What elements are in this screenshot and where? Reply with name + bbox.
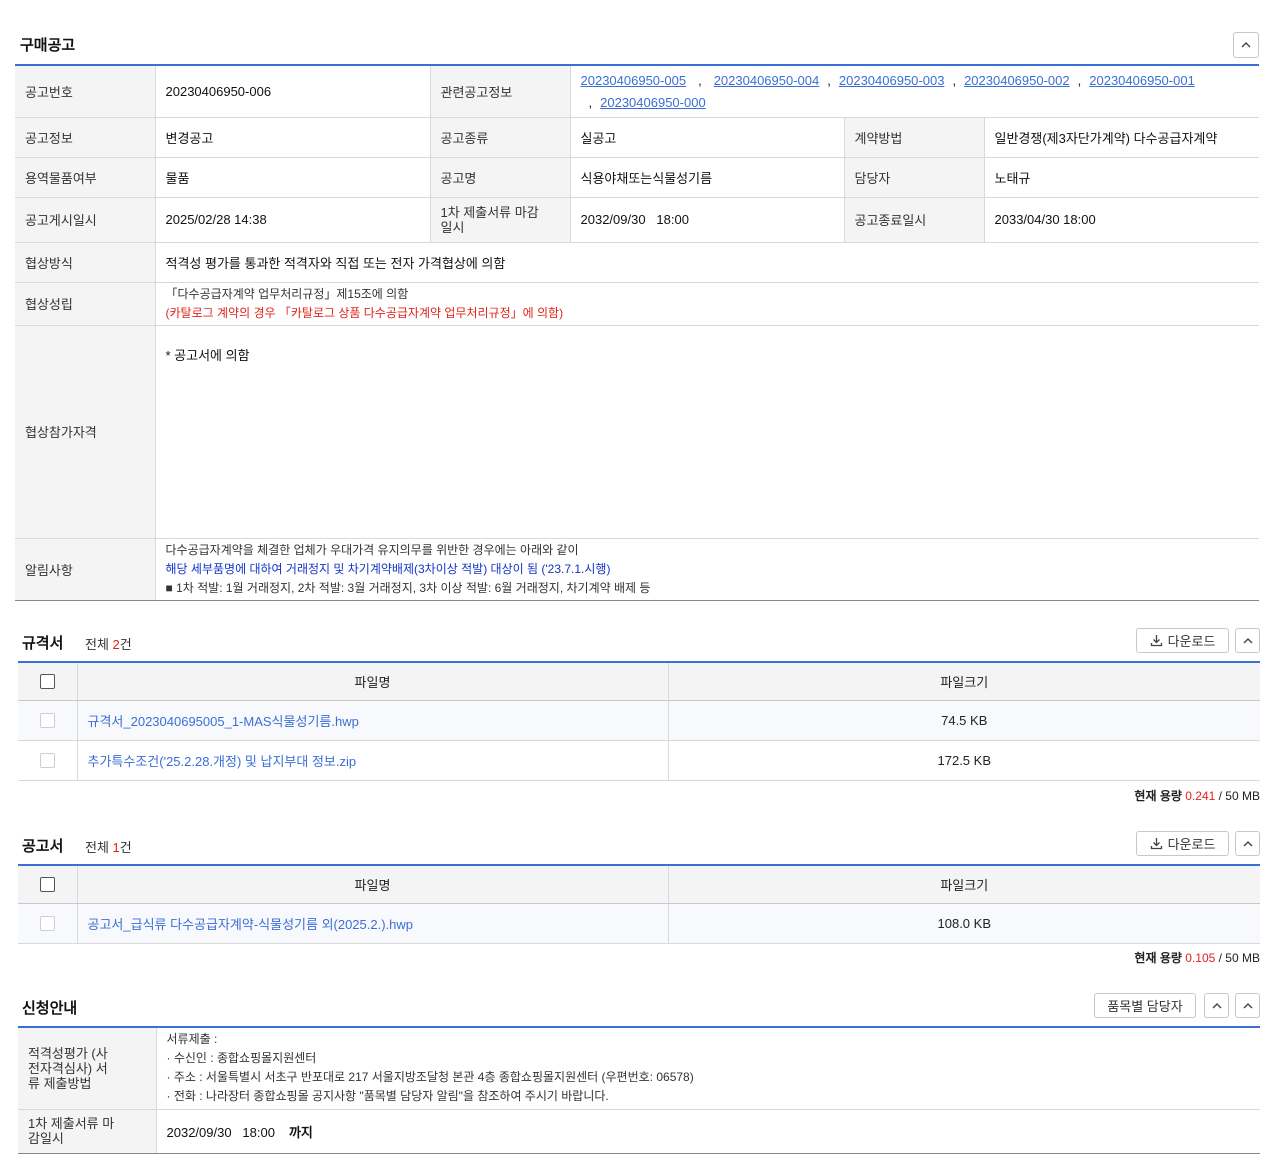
notice-penalty: ■ 1차 적발: 1월 거래정지, 2차 적발: 3월 거래정지, 3차 이상 …	[165, 580, 651, 595]
notice-no-value: 20230406950-006	[155, 66, 431, 118]
nego-qual-value: * 공고서에 의함	[155, 325, 1260, 539]
post-date-label: 공고게시일시	[15, 197, 156, 243]
spec-section-title: 규격서	[22, 635, 64, 652]
goods-type-value: 물품	[155, 157, 431, 198]
notice-type-label: 공고종류	[430, 117, 571, 158]
apply-up-button[interactable]	[1204, 993, 1229, 1018]
row-checkbox[interactable]	[18, 700, 78, 741]
first-deadline-value: 2032/09/30 18:00	[570, 197, 845, 243]
apply-info-table: 적격성평가 (사전자격심사) 서류 제출방법 서류제출 : · 수신인 : 종합…	[18, 1028, 1260, 1154]
spec-file-count: 전체 2건	[85, 637, 132, 652]
announce-col-filename: 파일명	[77, 866, 669, 904]
announce-usage: 현재 용량 0.105 / 50 MB	[1134, 951, 1260, 965]
submit-method-label: 적격성평가 (사전자격심사) 서류 제출방법	[18, 1028, 157, 1110]
apply-deadline-date: 2032/09/30 18:00	[166, 1124, 275, 1140]
table-row: 추가특수조건('25.2.28.개정) 및 납지부대 정보.zip 172.5 …	[18, 740, 1260, 781]
apply-deadline-label: 1차 제출서류 마감일시	[18, 1109, 157, 1154]
apply-section-title: 신청안내	[22, 1000, 78, 1017]
notice-type-value: 실공고	[570, 117, 845, 158]
purchase-section-title: 구매공고	[20, 37, 76, 54]
nego-method-label: 협상방식	[15, 242, 156, 283]
manager-label: 담당자	[844, 157, 985, 198]
file-link[interactable]: 공고서_급식류 다수공급자계약-식물성기름 외(2025.2.).hwp	[77, 903, 669, 944]
table-row: 규격서_2023040695005_1-MAS식물성기름.hwp 74.5 KB	[18, 700, 1260, 741]
file-link[interactable]: 추가특수조건('25.2.28.개정) 및 납지부대 정보.zip	[77, 740, 669, 781]
related-notice-link[interactable]: 20230406950-003	[839, 73, 945, 88]
notice-warning: 해당 세부품명에 대하여 거래정지 및 차기계약배제(3차이상 적발) 대상이 …	[165, 561, 611, 576]
spec-collapse-button[interactable]	[1235, 628, 1260, 653]
end-date-label: 공고종료일시	[844, 197, 985, 243]
nego-estab-label: 협상성립	[15, 282, 156, 326]
file-size: 172.5 KB	[668, 740, 1260, 781]
download-icon	[1150, 635, 1162, 647]
submit-phone: · 전화 : 나라장터 종합쇼핑몰 공지사항 "품목별 담당자 알림"을 참조하…	[166, 1089, 609, 1104]
related-notice-link[interactable]: 20230406950-000	[600, 95, 706, 110]
spec-col-filename: 파일명	[77, 663, 669, 701]
chevron-up-icon	[1212, 1002, 1221, 1008]
row-checkbox[interactable]	[18, 740, 78, 781]
spec-usage: 현재 용량 0.241 / 50 MB	[1134, 789, 1260, 803]
file-size: 108.0 KB	[668, 903, 1260, 944]
first-deadline-label: 1차 제출서류 마감일시	[430, 197, 571, 243]
announce-file-count: 전체 1건	[85, 840, 132, 855]
apply-deadline-value: 2032/09/30 18:00 까지	[156, 1109, 1260, 1154]
chevron-up-icon	[1243, 1002, 1252, 1008]
notice-value: 다수공급자계약을 체결한 업체가 우대가격 유지의무를 위반한 경우에는 아래와…	[155, 538, 1260, 601]
item-manager-label: 품목별 담당자	[1107, 999, 1183, 1014]
announce-select-all-checkbox[interactable]	[18, 866, 78, 904]
spec-download-label: 다운로드	[1167, 634, 1216, 649]
nego-qual-label: 협상참가자격	[15, 325, 156, 539]
goods-type-label: 용역물품여부	[15, 157, 156, 198]
nego-estab-note: (카탈로그 계약의 경우 「카탈로그 상품 다수공급자계약 업무처리규정」에 의…	[165, 305, 564, 320]
notice-no-label: 공고번호	[15, 66, 156, 118]
notice-name-label: 공고명	[430, 157, 571, 198]
announce-file-table: 파일명 파일크기 공고서_급식류 다수공급자계약-식물성기름 외(2025.2.…	[18, 866, 1260, 944]
notice-name-value: 식용야채또는식물성기름	[570, 157, 845, 198]
submit-address: · 주소 : 서울특별시 서초구 반포대로 217 서울지방조달청 본관 4층 …	[166, 1070, 694, 1085]
related-notice-link[interactable]: 20230406950-004	[714, 73, 820, 88]
announce-col-filesize: 파일크기	[668, 866, 1260, 904]
chevron-up-icon	[1243, 840, 1252, 846]
submit-recipient: · 수신인 : 종합쇼핑몰지원센터	[166, 1051, 317, 1066]
item-manager-button[interactable]: 품목별 담당자	[1094, 993, 1196, 1018]
spec-select-all-checkbox[interactable]	[18, 663, 78, 701]
announce-section-title: 공고서	[22, 838, 64, 855]
related-notice-label: 관련공고정보	[430, 66, 571, 118]
contract-method-label: 계약방법	[844, 117, 985, 158]
announce-download-label: 다운로드	[1167, 837, 1216, 852]
submit-method-line: 서류제출 :	[166, 1032, 218, 1047]
nego-estab-line: 「다수공급자계약 업무처리규정」제15조에 의함	[165, 286, 409, 301]
spec-file-table: 파일명 파일크기 규격서_2023040695005_1-MAS식물성기름.hw…	[18, 663, 1260, 781]
chevron-up-icon	[1241, 42, 1251, 48]
notice-line: 다수공급자계약을 체결한 업체가 우대가격 유지의무를 위반한 경우에는 아래와…	[165, 542, 579, 557]
spec-download-button[interactable]: 다운로드	[1136, 628, 1229, 653]
table-row: 공고서_급식류 다수공급자계약-식물성기름 외(2025.2.).hwp 108…	[18, 903, 1260, 944]
notice-label: 알림사항	[15, 538, 156, 601]
announce-download-button[interactable]: 다운로드	[1136, 831, 1229, 856]
end-date-value: 2033/04/30 18:00	[984, 197, 1260, 243]
notice-info-value: 변경공고	[155, 117, 431, 158]
submit-method-value: 서류제출 : · 수신인 : 종합쇼핑몰지원센터 · 주소 : 서울특별시 서초…	[156, 1028, 1260, 1110]
purchase-collapse-button[interactable]	[1233, 32, 1259, 58]
manager-value: 노태규	[984, 157, 1260, 198]
related-notice-link[interactable]: 20230406950-002	[964, 73, 1070, 88]
nego-estab-value: 「다수공급자계약 업무처리규정」제15조에 의함 (카탈로그 계약의 경우 「카…	[155, 282, 1260, 326]
post-date-value: 2025/02/28 14:38	[155, 197, 431, 243]
announce-collapse-button[interactable]	[1235, 831, 1260, 856]
related-notice-link[interactable]: 20230406950-001	[1089, 73, 1195, 88]
purchase-info-table: 공고번호 20230406950-006 관련공고정보 20230406950-…	[15, 66, 1260, 601]
file-link[interactable]: 규격서_2023040695005_1-MAS식물성기름.hwp	[77, 700, 669, 741]
related-notice-link[interactable]: 20230406950-005	[581, 73, 687, 88]
contract-method-value: 일반경쟁(제3자단가계약) 다수공급자계약	[984, 117, 1260, 158]
nego-method-value: 적격성 평가를 통과한 적격자와 직접 또는 전자 가격협상에 의함	[155, 242, 1260, 283]
related-notice-links: 20230406950-005, 20230406950-004, 20230406…	[570, 66, 1260, 118]
chevron-up-icon	[1243, 637, 1252, 643]
file-size: 74.5 KB	[668, 700, 1260, 741]
notice-info-label: 공고정보	[15, 117, 156, 158]
apply-deadline-suffix: 까지	[288, 1124, 313, 1140]
row-checkbox[interactable]	[18, 903, 78, 944]
download-icon	[1150, 838, 1162, 850]
apply-collapse-button[interactable]	[1235, 993, 1260, 1018]
spec-col-filesize: 파일크기	[668, 663, 1260, 701]
